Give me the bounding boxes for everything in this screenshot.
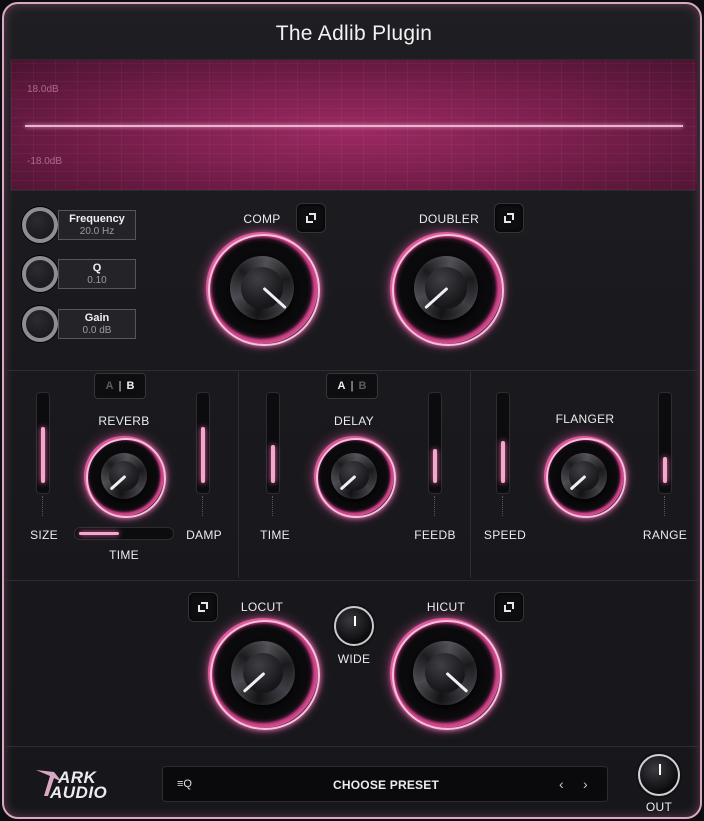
preset-selector[interactable]: ≡Q CHOOSE PRESET ‹ › — [162, 766, 608, 802]
q-display[interactable]: Q 0.10 — [58, 259, 136, 289]
frequency-knob[interactable] — [22, 207, 58, 243]
damp-indicator — [202, 496, 203, 516]
delay-time-indicator — [272, 496, 273, 516]
frequency-value: 20.0 Hz — [79, 226, 115, 237]
q-value: 0.10 — [87, 275, 107, 286]
section-divider — [4, 370, 700, 371]
speed-slider[interactable] — [496, 392, 510, 494]
range-indicator — [664, 496, 665, 516]
comp-label: COMP — [243, 212, 281, 226]
feedback-slider[interactable] — [428, 392, 442, 494]
gain-display[interactable]: Gain 0.0 dB — [58, 309, 136, 339]
hicut-expand-icon[interactable] — [494, 592, 524, 622]
gain-param: Gain 0.0 dB — [22, 306, 136, 342]
q-param: Q 0.10 — [22, 256, 136, 292]
spectrum-analyzer[interactable]: 18.0dB -18.0dB — [10, 59, 698, 191]
doubler-label: DOUBLER — [418, 212, 480, 226]
ark-audio-logo: ARK AUDIO — [32, 766, 136, 802]
delay-ab-toggle[interactable]: A | B — [326, 373, 378, 399]
range-label: RANGE — [642, 528, 688, 542]
reverb-b-option[interactable]: B — [127, 380, 135, 392]
delay-time-label: TIME — [260, 528, 290, 542]
frequency-display[interactable]: Frequency 20.0 Hz — [58, 210, 136, 240]
reverb-time-label: TIME — [109, 548, 139, 562]
footer-divider — [4, 746, 700, 747]
doubler-knob[interactable] — [390, 232, 504, 346]
delay-knob[interactable] — [314, 436, 397, 519]
preset-prev-icon[interactable]: ‹ — [559, 776, 564, 792]
plugin-window: The Adlib Plugin 18.0dB -18.0dB Frequenc… — [2, 2, 702, 819]
locut-knob[interactable] — [208, 618, 320, 730]
q-knob[interactable] — [22, 256, 58, 292]
frequency-param: Frequency 20.0 Hz — [22, 207, 136, 243]
delay-label: DELAY — [334, 414, 374, 428]
size-indicator — [42, 496, 43, 516]
flanger-label: FLANGER — [555, 412, 615, 426]
section-divider — [238, 372, 239, 578]
delay-time-slider[interactable] — [266, 392, 280, 494]
flanger-knob[interactable] — [544, 436, 627, 519]
locut-expand-icon[interactable] — [188, 592, 218, 622]
hicut-label: HICUT — [426, 600, 466, 614]
reverb-ab-toggle[interactable]: A | B — [94, 373, 146, 399]
wide-knob[interactable] — [334, 606, 374, 646]
delay-a-option[interactable]: A — [338, 380, 346, 392]
reverb-ab-separator: | — [118, 380, 122, 392]
wide-knob-pointer — [354, 616, 356, 626]
gain-value: 0.0 dB — [82, 325, 112, 336]
db-label-top: 18.0dB — [27, 84, 59, 95]
reverb-time-slider[interactable] — [74, 527, 174, 540]
output-knob-pointer — [659, 764, 661, 775]
damp-label: DAMP — [186, 528, 222, 542]
output-label: OUT — [645, 800, 673, 814]
logo-text-audio: AUDIO — [50, 783, 108, 802]
q-label: Q — [92, 262, 102, 274]
section-divider — [470, 372, 471, 578]
feedback-label: FEEDB — [414, 528, 456, 542]
reverb-label: REVERB — [98, 414, 150, 428]
range-slider[interactable] — [658, 392, 672, 494]
db-label-bottom: -18.0dB — [27, 156, 63, 167]
locut-label: LOCUT — [240, 600, 284, 614]
doubler-expand-icon[interactable] — [494, 203, 524, 233]
size-slider[interactable] — [36, 392, 50, 494]
reverb-knob[interactable] — [84, 436, 167, 519]
delay-ab-separator: | — [350, 380, 354, 392]
comp-expand-icon[interactable] — [296, 203, 326, 233]
delay-b-option[interactable]: B — [359, 380, 367, 392]
eq-curve[interactable] — [25, 125, 683, 127]
section-divider — [4, 580, 700, 581]
reverb-a-option[interactable]: A — [106, 380, 114, 392]
feedback-indicator — [434, 496, 435, 516]
speed-indicator — [502, 496, 503, 516]
size-label: SIZE — [30, 528, 58, 542]
damp-slider[interactable] — [196, 392, 210, 494]
preset-label[interactable]: CHOOSE PRESET — [163, 778, 609, 792]
preset-next-icon[interactable]: › — [583, 776, 588, 792]
gain-label: Gain — [84, 312, 110, 324]
wide-label: WIDE — [337, 652, 371, 666]
gain-knob[interactable] — [22, 306, 58, 342]
comp-knob[interactable] — [206, 232, 320, 346]
frequency-label: Frequency — [69, 213, 125, 225]
speed-label: SPEED — [483, 528, 527, 542]
output-knob[interactable] — [638, 754, 680, 796]
plugin-title: The Adlib Plugin — [275, 22, 433, 45]
hicut-knob[interactable] — [390, 618, 502, 730]
